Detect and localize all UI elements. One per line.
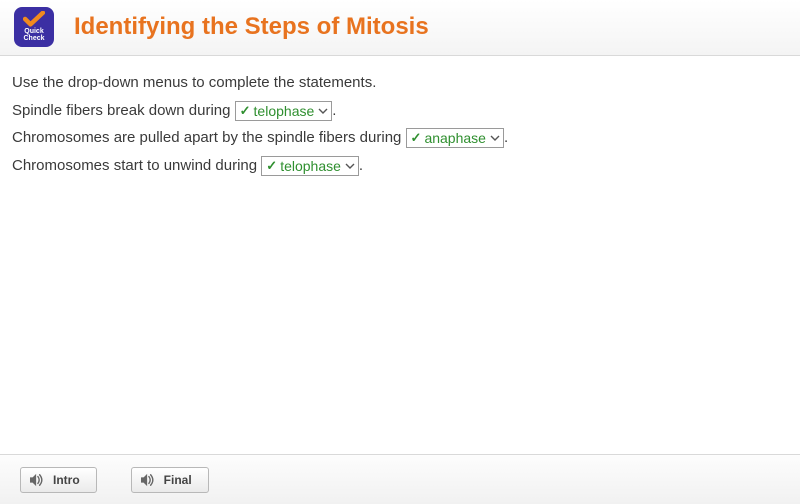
dropdown-value: telophase <box>280 157 341 175</box>
intro-button-label: Intro <box>53 473 80 487</box>
checkmark-icon <box>23 11 45 27</box>
statement-before: Chromosomes are pulled apart by the spin… <box>12 129 406 146</box>
chevron-down-icon <box>490 133 500 143</box>
dropdown-chromosomes-unwind[interactable]: ✓ telophase <box>261 156 359 176</box>
statement-after: . <box>504 129 508 146</box>
quick-check-badge: Quick Check <box>14 7 54 47</box>
dropdown-value: anaphase <box>424 129 486 147</box>
statement-before: Chromosomes start to unwind during <box>12 157 261 174</box>
final-button-label: Final <box>164 473 192 487</box>
statement-after: . <box>359 157 363 174</box>
audio-icon <box>140 473 156 487</box>
check-icon: ✓ <box>266 157 277 175</box>
statement-row: Chromosomes are pulled apart by the spin… <box>12 125 788 151</box>
statement-after: . <box>332 102 336 119</box>
dropdown-value: telophase <box>254 102 315 120</box>
statement-before: Spindle fibers break down during <box>12 102 235 119</box>
final-button[interactable]: Final <box>131 467 209 493</box>
check-icon: ✓ <box>240 102 251 120</box>
badge-text: Quick Check <box>23 28 44 42</box>
check-icon: ✓ <box>411 129 422 147</box>
footer: Intro Final <box>0 454 800 504</box>
dropdown-chromosomes-pulled[interactable]: ✓ anaphase <box>406 128 504 148</box>
chevron-down-icon <box>318 106 328 116</box>
badge-line1: Quick <box>23 28 44 35</box>
dropdown-spindle-breakdown[interactable]: ✓ telophase <box>235 101 333 121</box>
statement-row: Chromosomes start to unwind during ✓ tel… <box>12 153 788 179</box>
statement-row: Spindle fibers break down during ✓ telop… <box>12 98 788 124</box>
audio-icon <box>29 473 45 487</box>
instructions-text: Use the drop-down menus to complete the … <box>12 70 788 96</box>
chevron-down-icon <box>345 161 355 171</box>
badge-line2: Check <box>23 35 44 42</box>
page-title: Identifying the Steps of Mitosis <box>74 13 429 41</box>
header: Quick Check Identifying the Steps of Mit… <box>0 0 800 56</box>
content-area: Use the drop-down menus to complete the … <box>0 56 800 192</box>
intro-button[interactable]: Intro <box>20 467 97 493</box>
